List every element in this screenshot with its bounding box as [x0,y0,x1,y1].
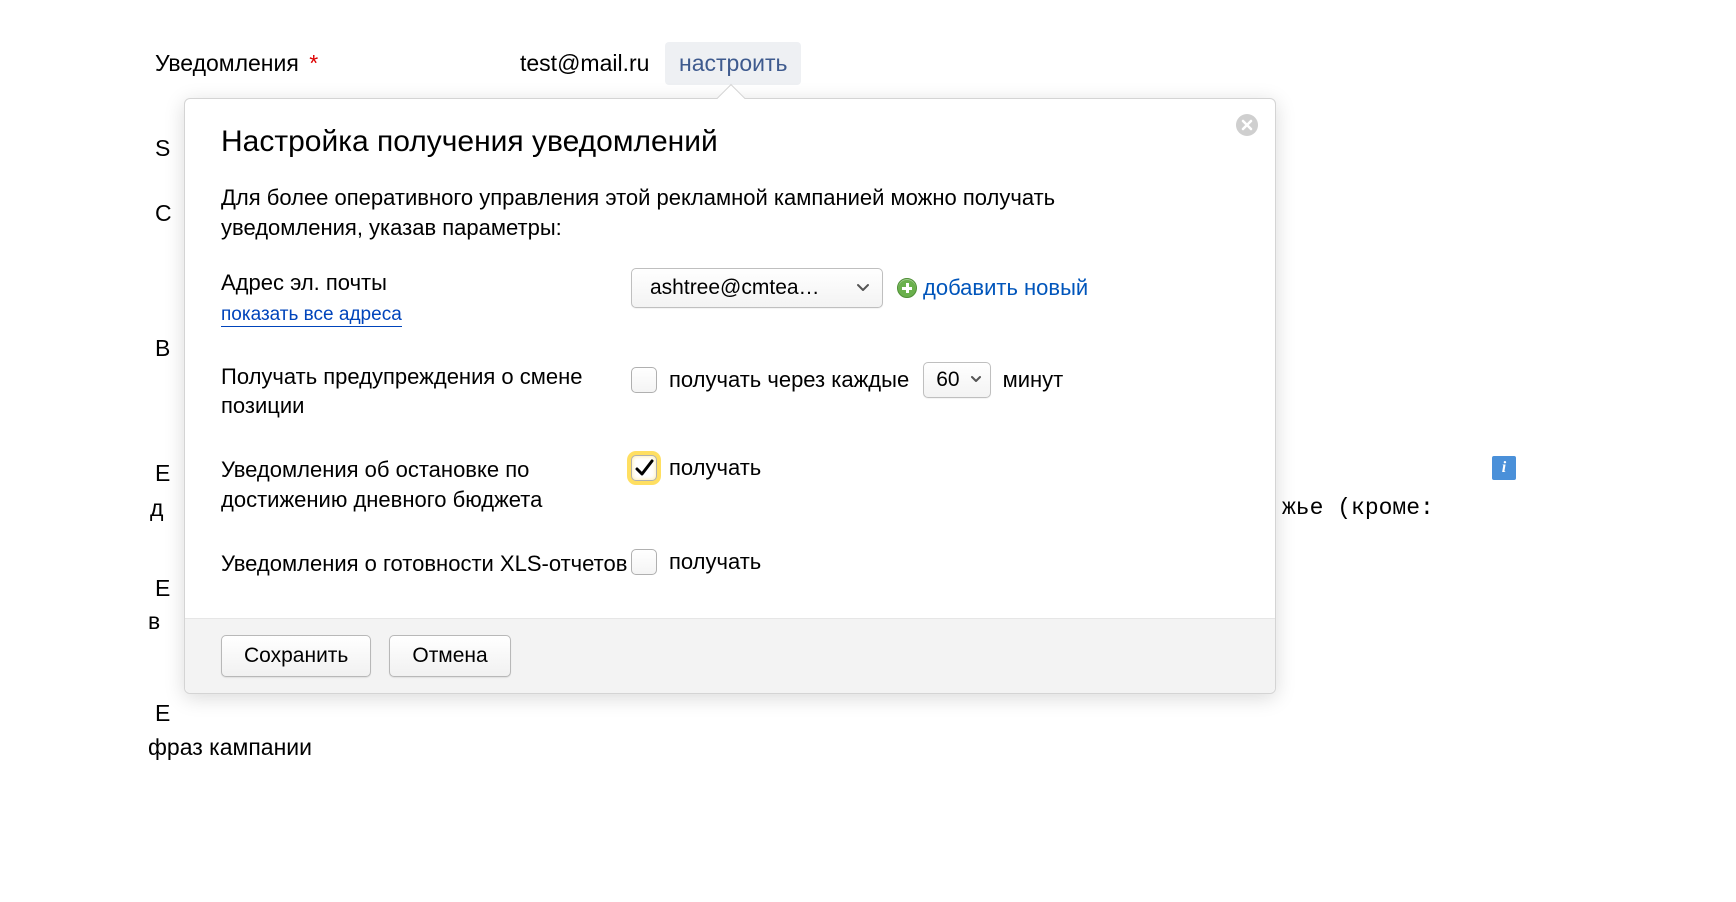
info-icon[interactable]: i [1492,456,1516,480]
budget-checkbox[interactable] [631,455,657,481]
email-row: Адрес эл. почты показать все адреса asht… [221,268,1239,327]
bg-text-suffix: жье (кроме: [1282,495,1434,521]
email-label: Адрес эл. почты [221,268,631,298]
bg-text: Е [155,700,170,727]
xls-cb-label: получать [669,549,761,575]
cancel-button[interactable]: Отмена [389,635,510,677]
configure-button[interactable]: настроить [665,42,801,85]
chevron-down-icon [856,283,870,293]
interval-select[interactable]: 60 [923,362,990,398]
notifications-row: Уведомления * [155,50,1555,77]
budget-cb-label: получать [669,455,761,481]
bg-text-phrase: фраз кампании [148,734,312,761]
bg-text: S [155,135,170,162]
bg-text: Е [155,575,170,602]
bg-text: д [150,495,163,522]
position-checkbox[interactable] [631,367,657,393]
show-all-addresses-link[interactable]: показать все адреса [221,305,402,327]
interval-unit: минут [1003,367,1064,393]
position-cb-label: получать через каждые [669,367,909,393]
bg-text: Е [155,460,170,487]
modal-intro: Для более оперативного управления этой р… [221,183,1101,242]
email-select[interactable]: ashtree@cmtea… [631,268,883,308]
modal-title: Настройка получения уведомлений [221,125,1239,159]
position-label: Получать предупреждения о смене позиции [221,362,631,421]
close-icon[interactable] [1235,113,1259,137]
xls-row: Уведомления о готовности XLS-отчетов пол… [221,549,1239,579]
budget-label: Уведомления об остановке по достижению д… [221,455,631,514]
modal-footer: Сохранить Отмена [185,618,1275,693]
add-new-email-link[interactable]: добавить новый [897,275,1088,301]
notifications-email: test@mail.ru [520,50,649,77]
email-select-value: ashtree@cmtea… [650,276,820,300]
plus-icon [897,278,917,298]
save-button[interactable]: Сохранить [221,635,371,677]
xls-checkbox[interactable] [631,549,657,575]
interval-value: 60 [936,368,959,392]
xls-label: Уведомления о готовности XLS-отчетов [221,549,631,579]
position-row: Получать предупреждения о смене позиции … [221,362,1239,421]
budget-row: Уведомления об остановке по достижению д… [221,455,1239,514]
chevron-down-icon [970,375,982,384]
notifications-modal: Настройка получения уведомлений Для боле… [184,98,1276,694]
add-new-label: добавить новый [923,275,1088,301]
notifications-label: Уведомления * [155,50,318,77]
bg-text: В [155,335,170,362]
bg-text: в [148,608,160,635]
required-mark: * [309,50,318,76]
bg-text: С [155,200,172,227]
